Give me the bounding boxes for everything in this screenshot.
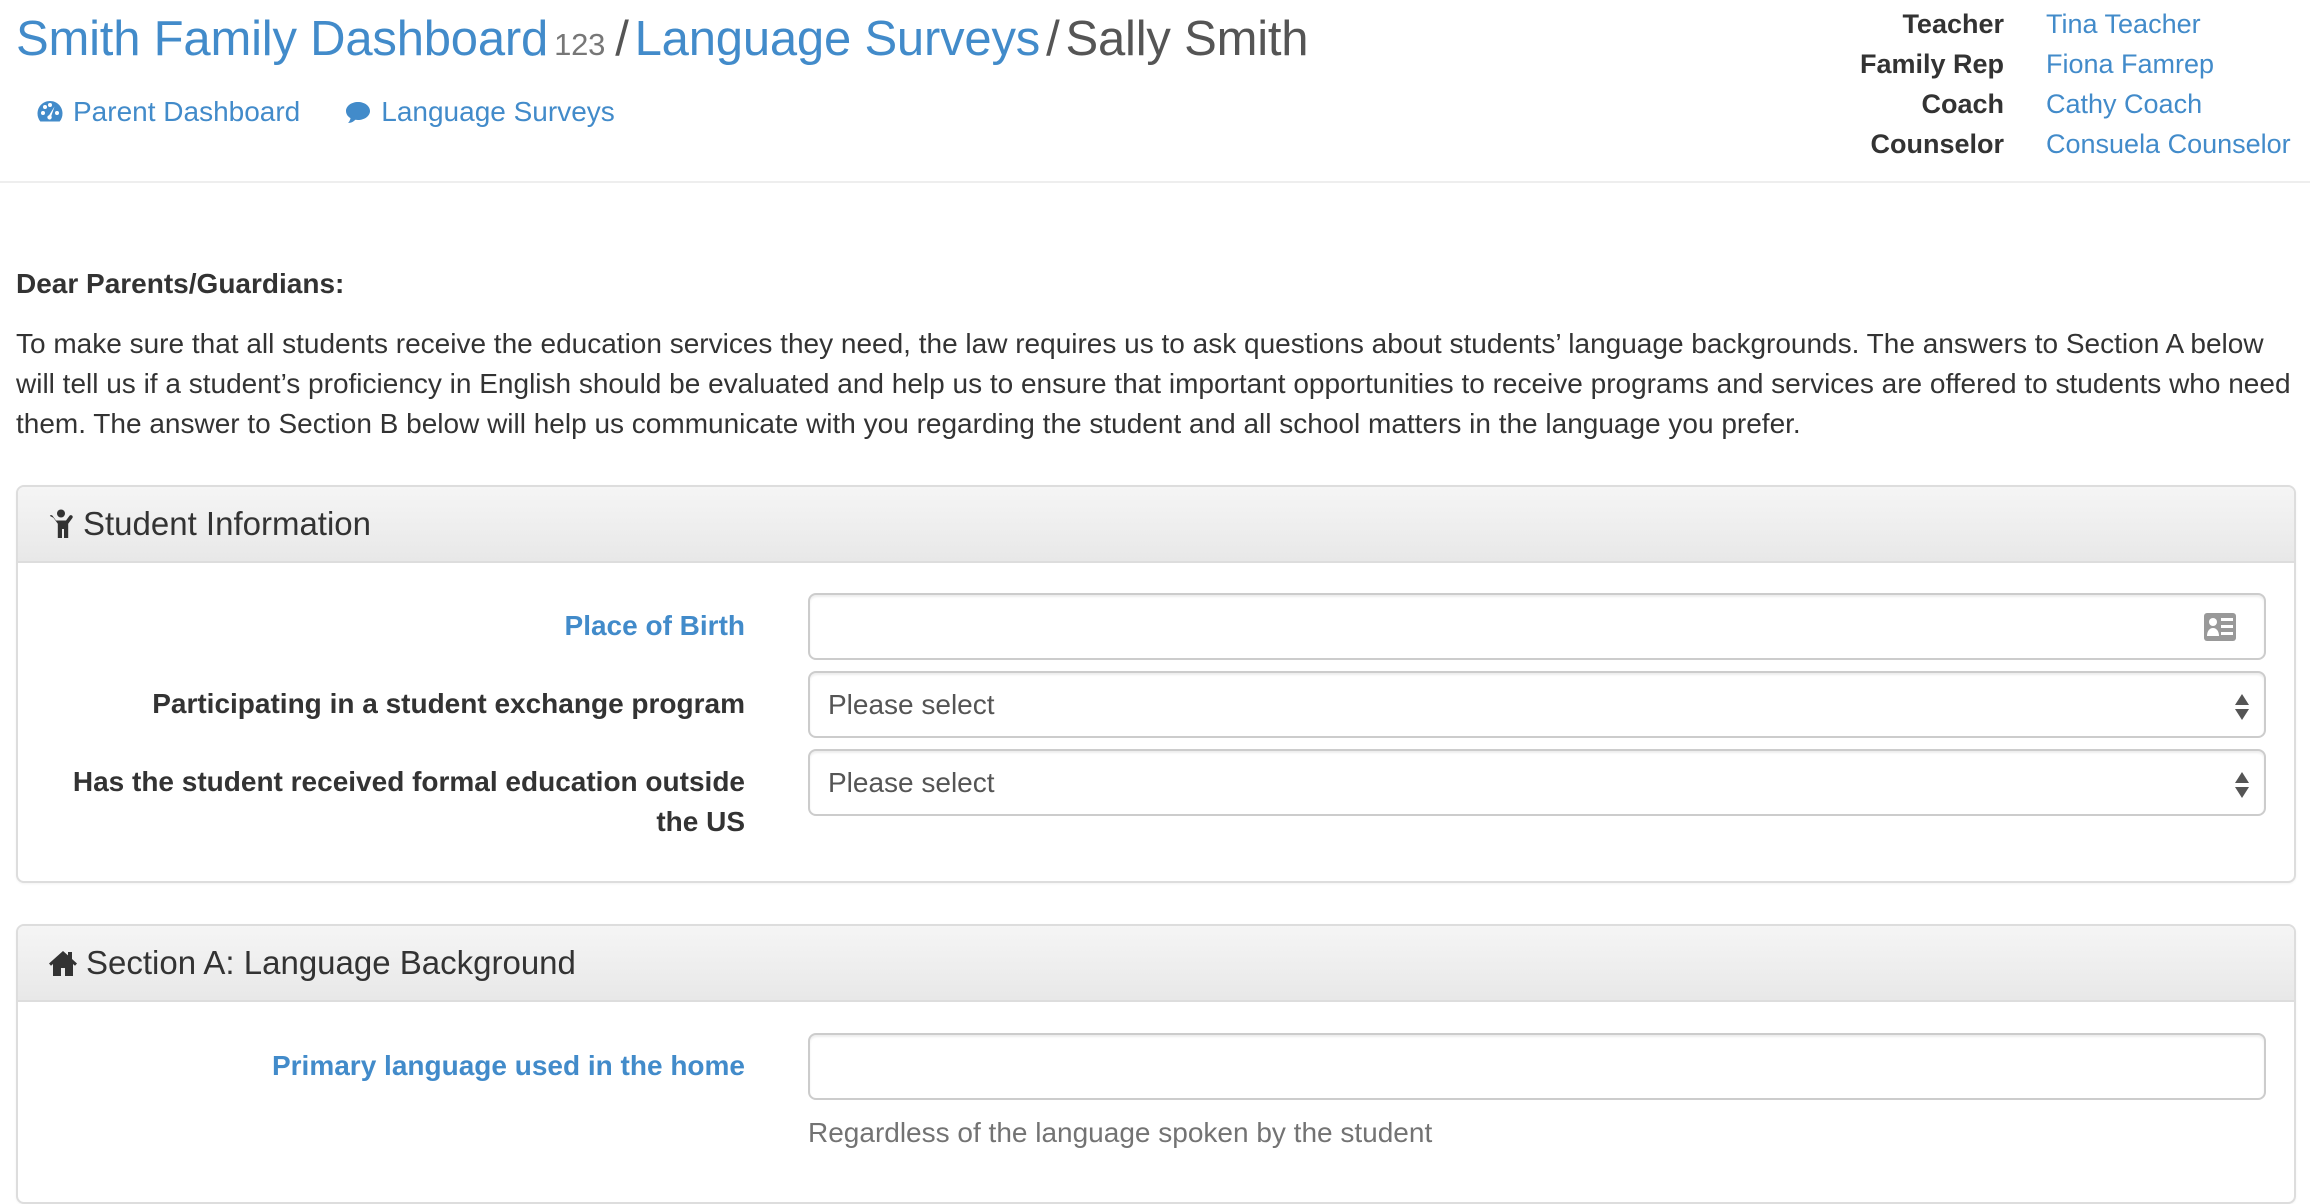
parent-dashboard-label: Parent Dashboard — [73, 96, 301, 127]
section-a-panel: Section A: Language Background Primary l… — [16, 924, 2296, 1204]
parent-dashboard-link[interactable]: Parent Dashboard — [36, 94, 300, 130]
section-a-heading: Section A: Language Background — [18, 926, 2294, 1002]
staff-link-teacher[interactable]: Tina Teacher — [2046, 4, 2310, 44]
exchange-program-selected-value: Please select — [828, 688, 995, 720]
intro-paragraph: To make sure that all students receive t… — [16, 328, 2291, 439]
vcard-icon[interactable] — [2204, 613, 2236, 641]
staff-link-counselor[interactable]: Consuela Counselor — [2046, 124, 2310, 164]
staff-role-counselor: Counselor — [1870, 129, 2004, 159]
formal-education-label: Has the student received formal educatio… — [72, 766, 745, 837]
formal-education-select[interactable]: Please select — [808, 749, 2266, 816]
select-arrows-icon — [2235, 694, 2249, 720]
sub-navigation: Parent Dashboard Language Surveys — [36, 94, 615, 130]
student-information-panel: Student Information Place of Birth Parti… — [16, 485, 2296, 883]
exchange-program-select[interactable]: Please select — [808, 671, 2266, 738]
breadcrumb-family-link[interactable]: Smith Family Dashboard — [16, 12, 548, 66]
select-arrows-icon — [2235, 772, 2249, 798]
dashboard-icon — [37, 101, 63, 122]
page-header: Smith Family Dashboard 123/Language Surve… — [0, 0, 2310, 183]
primary-language-help-text: Regardless of the language spoken by the… — [808, 1117, 1433, 1148]
place-of-birth-label[interactable]: Place of Birth — [25, 606, 745, 646]
language-surveys-label: Language Surveys — [381, 96, 615, 127]
exchange-program-label: Participating in a student exchange prog… — [152, 688, 745, 719]
breadcrumb-separator: / — [1046, 12, 1060, 66]
breadcrumb-current: Sally Smith — [1065, 12, 1309, 66]
student-information-heading: Student Information — [18, 487, 2294, 563]
staff-link-family-rep[interactable]: Fiona Famrep — [2046, 44, 2310, 84]
section-a-title: Section A: Language Background — [86, 944, 576, 981]
breadcrumb-language-surveys-link[interactable]: Language Surveys — [635, 12, 1041, 66]
staff-role-family-rep: Family Rep — [1859, 49, 2004, 79]
language-surveys-link[interactable]: Language Surveys — [344, 94, 615, 130]
place-of-birth-input[interactable] — [808, 593, 2266, 660]
child-icon — [49, 509, 73, 538]
comment-icon — [346, 102, 371, 123]
staff-link-coach[interactable]: Cathy Coach — [2046, 84, 2310, 124]
greeting: Dear Parents/Guardians: — [16, 268, 345, 299]
staff-role-coach: Coach — [1921, 89, 2004, 119]
breadcrumb-separator: / — [615, 12, 629, 66]
home-icon — [49, 951, 77, 976]
family-id: 123 — [554, 27, 606, 62]
student-information-title: Student Information — [83, 505, 372, 542]
breadcrumb: Smith Family Dashboard 123 /Language Surve… — [16, 6, 1309, 78]
primary-language-label[interactable]: Primary language used in the home — [25, 1046, 745, 1086]
staff-role-teacher: Teacher — [1902, 9, 2004, 39]
formal-education-selected-value: Please select — [828, 766, 995, 798]
primary-language-input[interactable] — [808, 1033, 2266, 1100]
